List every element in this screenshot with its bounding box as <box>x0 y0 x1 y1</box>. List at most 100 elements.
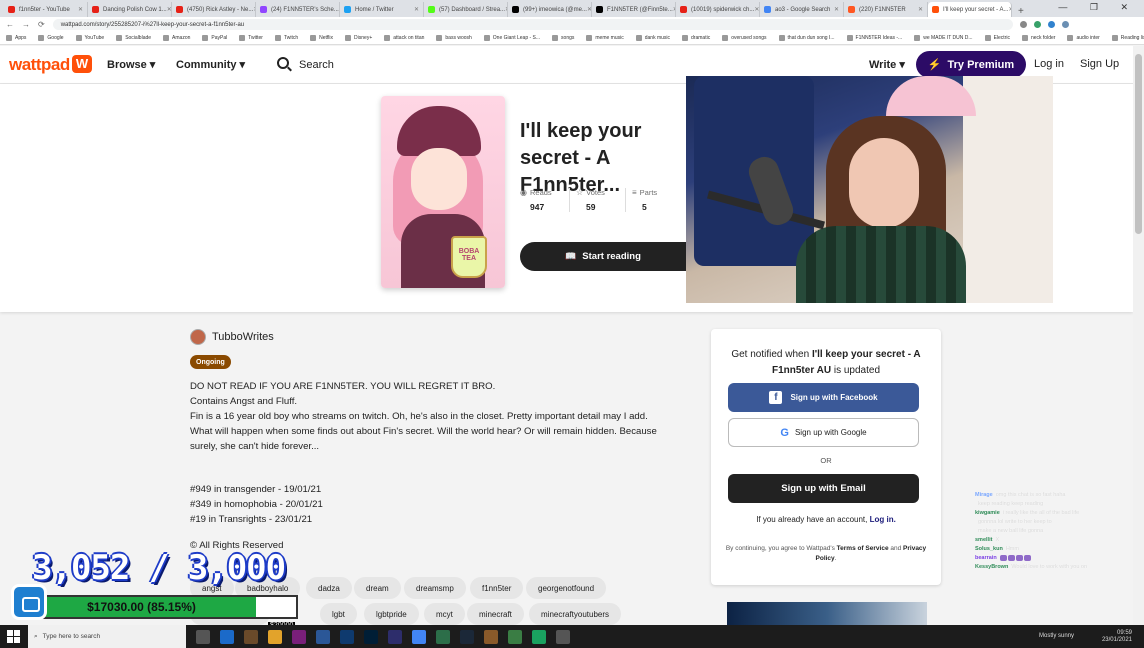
tag-chip[interactable]: minecraft <box>467 603 524 625</box>
bookmark-item[interactable]: we MADE IT DUN D... <box>914 35 973 41</box>
premiere-icon[interactable] <box>388 629 402 644</box>
reload-icon[interactable]: ⟳ <box>38 20 45 29</box>
close-tab-icon[interactable]: ✕ <box>78 6 83 13</box>
app-icon[interactable] <box>484 629 498 644</box>
app-icon[interactable] <box>556 629 570 644</box>
bookmark-item[interactable]: PayPal <box>202 35 227 41</box>
tag-chip[interactable]: f1nn5ter <box>470 577 524 599</box>
wattpad-logo[interactable]: wattpad W <box>9 55 92 75</box>
browser-tab[interactable]: (57) Dashboard / Strea...✕ <box>424 2 508 17</box>
profile-avatar-icon[interactable] <box>1061 21 1069 28</box>
browser-tab[interactable]: Home / Twitter ✕ <box>340 2 424 17</box>
bookmark-item[interactable]: Netflix <box>310 35 333 41</box>
bookmark-item[interactable]: bass woosh <box>436 35 472 41</box>
community-menu[interactable]: Community ▾ <box>176 58 245 71</box>
bookmark-item[interactable]: attack on titan <box>384 35 424 41</box>
bookmark-item[interactable]: Twitch <box>274 35 298 41</box>
bookmark-item[interactable]: audio inter <box>1067 35 1100 41</box>
bookmark-item[interactable]: songs <box>552 35 574 41</box>
browser-tab[interactable]: (24) F1NN5TER's Sche...✕ <box>256 2 340 17</box>
bookmark-item[interactable]: dank music <box>635 35 670 41</box>
new-tab-icon[interactable]: + <box>1012 6 1030 17</box>
bookmark-item[interactable]: One Giant Leap - S... <box>483 35 540 41</box>
search-link[interactable]: Search <box>299 59 334 71</box>
weather-widget[interactable]: Mostly sunny <box>1039 633 1074 639</box>
bookmark-item[interactable]: Disney+ <box>345 35 372 41</box>
app-icon[interactable] <box>532 629 546 644</box>
bookmark-item[interactable]: dramatic <box>682 35 710 41</box>
photoshop-icon[interactable] <box>364 629 378 644</box>
browser-tab[interactable]: (10019) spiderwick ch... ✕ <box>676 2 760 17</box>
extension-icon[interactable] <box>1019 21 1027 28</box>
obs-icon[interactable] <box>316 629 330 644</box>
bookmark-item[interactable]: that dun dun song I... <box>778 35 835 41</box>
page-scrollbar[interactable] <box>1133 46 1144 625</box>
browser-tab[interactable]: (220) F1NN5TER ✕ <box>844 2 928 17</box>
tag-chip[interactable]: dadza <box>306 577 352 599</box>
panel-login-link[interactable]: Log in. <box>870 515 896 524</box>
chrome-icon[interactable] <box>412 629 426 644</box>
signup-link[interactable]: Sign Up <box>1080 58 1119 70</box>
back-icon[interactable]: ← <box>6 20 14 29</box>
close-tab-icon[interactable]: ✕ <box>167 6 171 13</box>
bookmark-item[interactable]: YouTube <box>75 35 104 41</box>
tag-chip[interactable]: mcyt <box>424 603 465 625</box>
bookmark-item[interactable]: Apps <box>6 35 26 41</box>
browser-tab[interactable]: I'll keep your secret - A...✕ <box>928 2 1012 17</box>
minecraft-icon[interactable] <box>244 629 258 644</box>
window-controls[interactable]: — ❐ ✕ <box>1058 2 1138 13</box>
system-tray[interactable]: 09:59 23/01/2021 <box>1102 630 1132 644</box>
windows-start-icon[interactable] <box>4 628 22 646</box>
bookmark-item[interactable]: Electric <box>984 35 1010 41</box>
bookmark-item[interactable]: Amazon <box>163 35 190 41</box>
google-signup-button[interactable]: G Sign up with Google <box>728 418 919 447</box>
terms-link[interactable]: Terms of Service <box>837 545 889 552</box>
extension-icon[interactable] <box>1033 21 1041 28</box>
bookmark-item[interactable]: F1NN5TER Ideas -... <box>846 35 902 41</box>
try-premium-button[interactable]: ⚡ Try Premium <box>916 51 1026 78</box>
browser-tab[interactable]: ao3 - Google Search ✕ <box>760 2 844 17</box>
close-tab-icon[interactable]: ✕ <box>754 6 759 13</box>
bookmark-item[interactable]: overused songs <box>722 35 767 41</box>
bookmark-item[interactable]: Reading list <box>1111 35 1144 41</box>
scrollbar-thumb[interactable] <box>1135 54 1142 234</box>
app-icon[interactable] <box>508 629 522 644</box>
bookmark-item[interactable]: neck folder <box>1021 35 1055 41</box>
steam-icon[interactable] <box>460 629 474 644</box>
forward-icon[interactable]: → <box>22 20 30 29</box>
facebook-signup-button[interactable]: f Sign up with Facebook <box>728 383 919 412</box>
task-view-icon[interactable] <box>196 629 210 644</box>
bookmark-item[interactable]: Google <box>38 35 64 41</box>
browser-tab[interactable]: F1NN5TER (@Finn5te...✕ <box>592 2 676 17</box>
start-reading-button[interactable]: 📖 Start reading <box>520 242 686 271</box>
app-icon[interactable] <box>436 629 450 644</box>
steam-icon[interactable] <box>220 629 234 644</box>
search-icon[interactable] <box>277 57 289 69</box>
story-cover[interactable]: BOBA TEA <box>381 96 505 288</box>
author-name[interactable]: TubboWrites <box>212 331 274 343</box>
browse-menu[interactable]: Browse ▾ <box>107 58 155 71</box>
app-icon[interactable] <box>292 629 306 644</box>
close-tab-icon[interactable]: ✕ <box>918 6 923 13</box>
close-tab-icon[interactable]: ✕ <box>834 6 839 13</box>
extension-icon[interactable] <box>1047 21 1055 28</box>
vegas-icon[interactable] <box>340 629 354 644</box>
browser-tab[interactable]: (99+) imeowica (@me... ✕ <box>508 2 592 17</box>
tag-chip[interactable]: lgbtpride <box>364 603 419 625</box>
file-explorer-icon[interactable] <box>268 629 282 644</box>
write-menu[interactable]: Write ▾ <box>869 58 905 71</box>
browser-tab[interactable]: Dancing Polish Cow 1... ✕ <box>88 2 172 17</box>
browser-tab[interactable]: (4750) Rick Astley - Ne...✕ <box>172 2 256 17</box>
login-link[interactable]: Log in <box>1034 58 1064 70</box>
tag-chip[interactable]: lgbt <box>320 603 357 625</box>
bookmark-item[interactable]: meme music <box>586 35 624 41</box>
taskbar-search[interactable]: ⌕ Type here to search <box>28 625 186 648</box>
url-field[interactable]: wattpad.com/story/255285207-i%27ll-keep-… <box>52 19 1013 30</box>
tag-chip[interactable]: minecraftyoutubers <box>529 603 622 625</box>
email-signup-button[interactable]: Sign up with Email <box>728 474 919 503</box>
tag-chip[interactable]: dream <box>354 577 401 599</box>
bookmark-item[interactable]: Twitter <box>239 35 263 41</box>
bookmark-item[interactable]: Socialblade <box>116 35 151 41</box>
tag-chip[interactable]: georgenotfound <box>526 577 607 599</box>
close-tab-icon[interactable]: ✕ <box>414 6 419 13</box>
